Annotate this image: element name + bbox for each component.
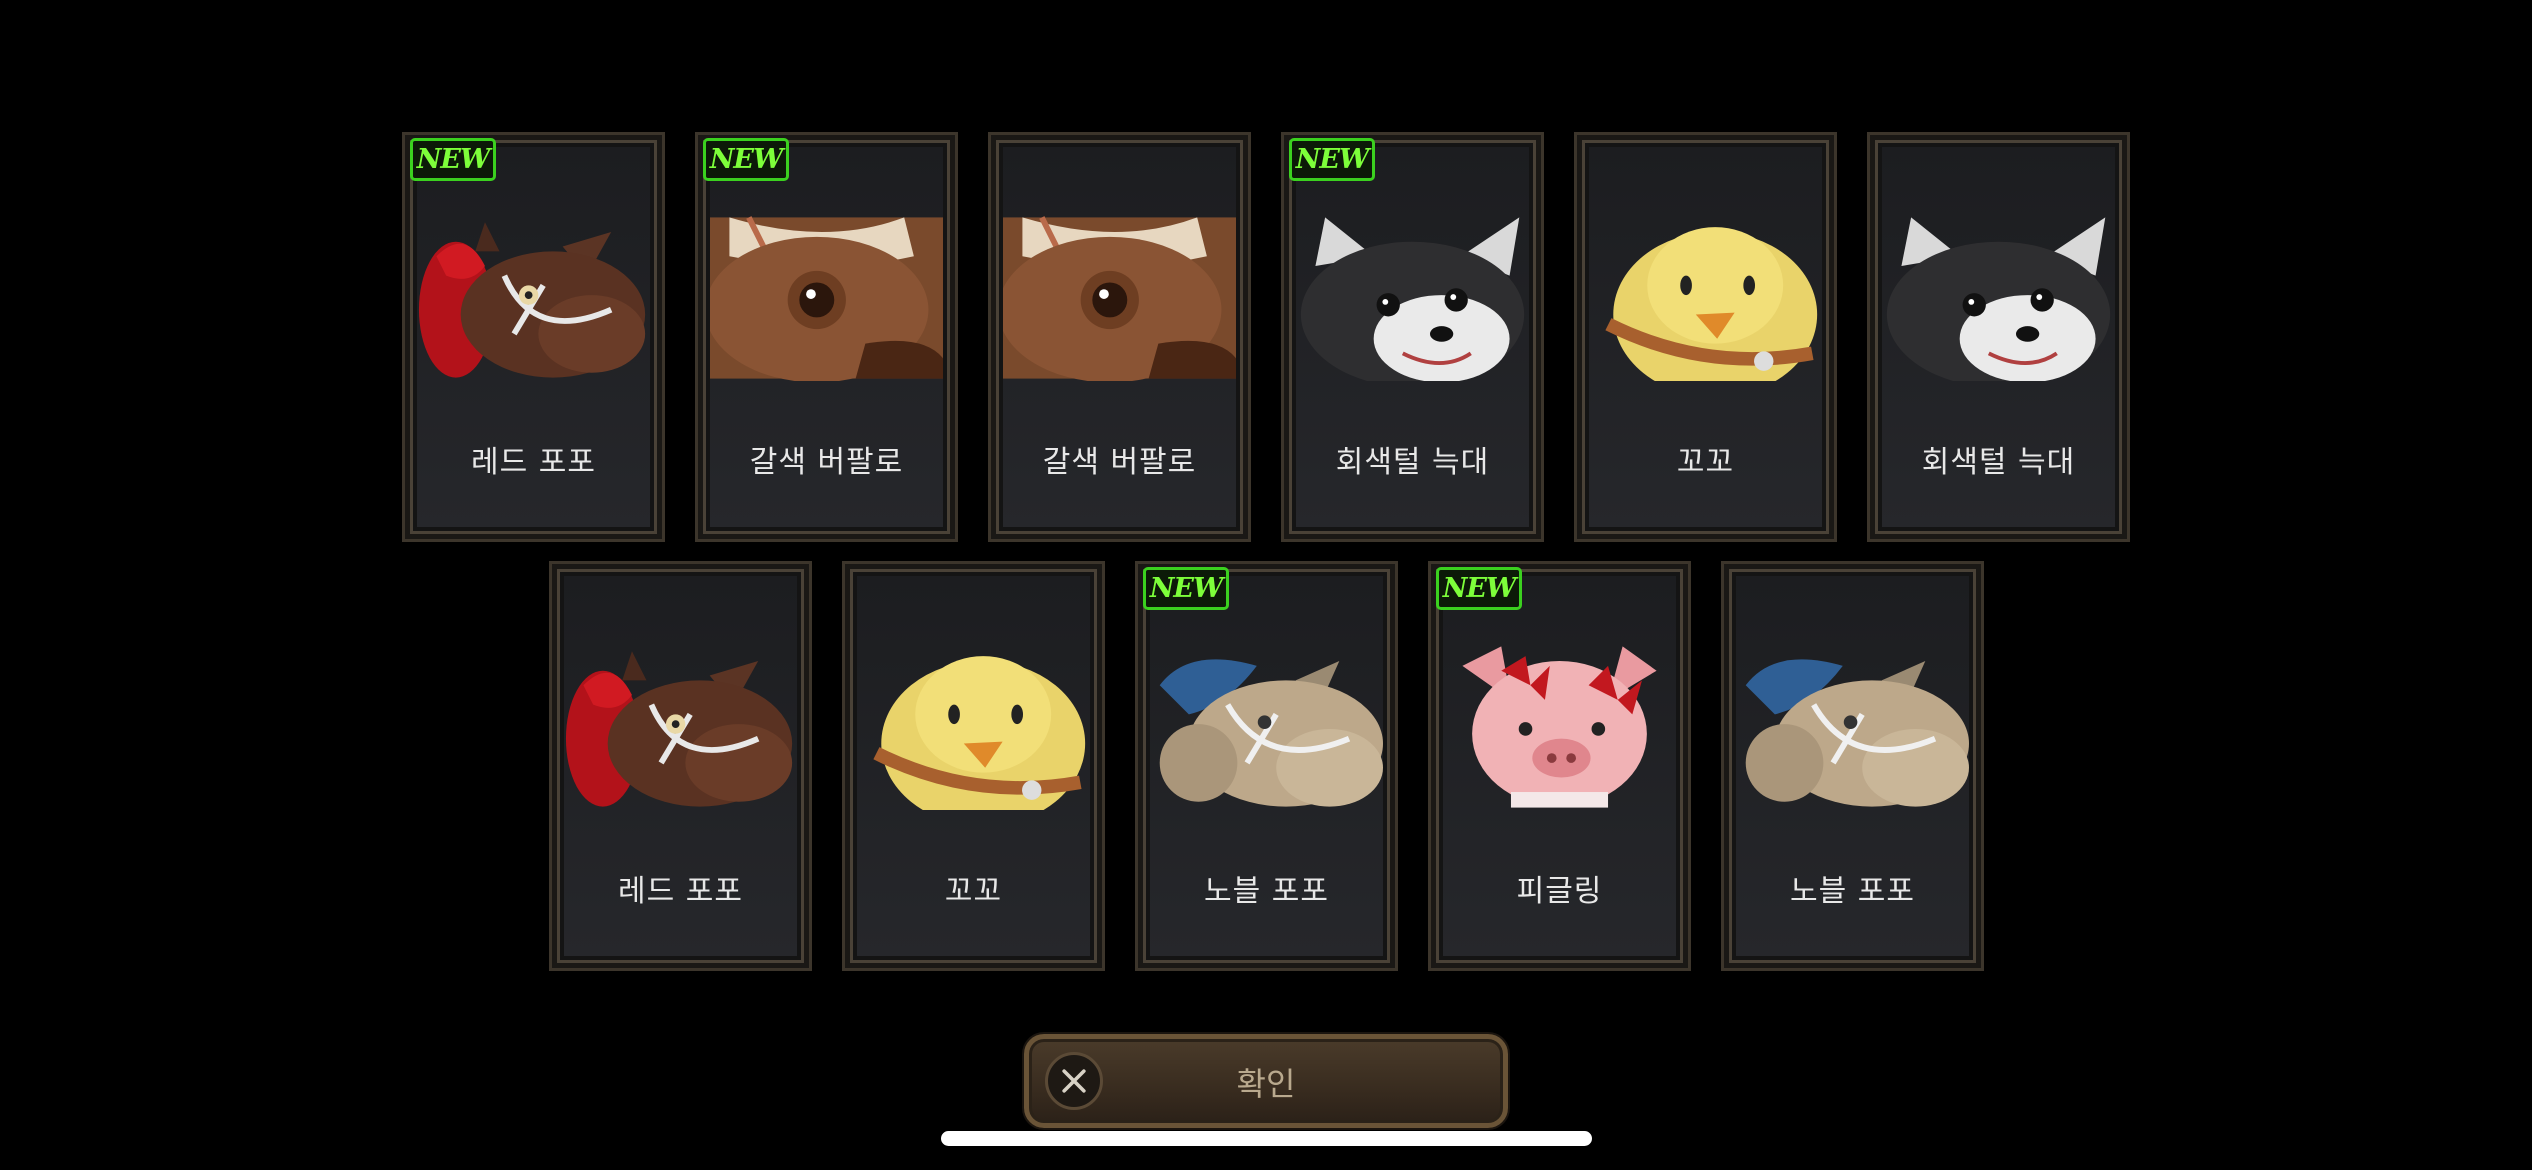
pet-name: 갈색 버팔로: [749, 445, 904, 480]
pet-card-inner: 레드 포포: [564, 576, 797, 956]
pet-name: 노블 포포: [1204, 874, 1329, 909]
gray-wolf-icon: [1882, 215, 2115, 381]
pet-name: 꼬꼬: [1676, 445, 1735, 480]
red-popo-horse-icon: [417, 215, 650, 381]
pet-card[interactable]: 갈색 버팔로 NEW: [695, 132, 958, 542]
pet-name: 노블 포포: [1790, 874, 1915, 909]
yellow-chick-icon: [1589, 215, 1822, 381]
pet-card[interactable]: 피글링 NEW: [1428, 561, 1691, 971]
gray-wolf-icon: [1296, 215, 1529, 381]
new-badge: NEW: [1143, 567, 1229, 610]
pet-card-inner: 갈색 버팔로: [1003, 147, 1236, 527]
pet-card-row-1: 레드 포포 NEW 갈색 버팔로 NEW 갈색 버팔로 회색털 늑대 NEW 꼬…: [402, 132, 2130, 542]
yellow-chick-icon: [857, 644, 1090, 810]
pet-card-inner: 피글링: [1443, 576, 1676, 956]
pet-card[interactable]: 꼬꼬: [842, 561, 1105, 971]
pet-card[interactable]: 레드 포포 NEW: [402, 132, 665, 542]
pet-name: 피글링: [1516, 874, 1603, 909]
home-indicator[interactable]: [941, 1131, 1592, 1146]
pigling-icon: [1443, 644, 1676, 810]
brown-buffalo-icon: [1003, 215, 1236, 381]
pet-name: 회색털 늑대: [1921, 445, 2076, 480]
pet-name: 레드 포포: [618, 874, 743, 909]
pet-card[interactable]: 갈색 버팔로: [988, 132, 1251, 542]
confirm-button[interactable]: 확인: [1024, 1034, 1508, 1128]
pet-card-inner: 갈색 버팔로: [710, 147, 943, 527]
pet-card[interactable]: 노블 포포: [1721, 561, 1984, 971]
pet-card-inner: 회색털 늑대: [1882, 147, 2115, 527]
pet-card[interactable]: 회색털 늑대: [1867, 132, 2130, 542]
pet-card[interactable]: 노블 포포 NEW: [1135, 561, 1398, 971]
pet-name: 레드 포포: [471, 445, 596, 480]
pet-summon-result-screen: 레드 포포 NEW 갈색 버팔로 NEW 갈색 버팔로 회색털 늑대 NEW 꼬…: [0, 0, 2532, 1170]
pet-card[interactable]: 꼬꼬: [1574, 132, 1837, 542]
pet-name: 갈색 버팔로: [1042, 445, 1197, 480]
pet-name: 꼬꼬: [944, 874, 1003, 909]
confirm-label: 확인: [1236, 1065, 1296, 1103]
pet-card[interactable]: 회색털 늑대 NEW: [1281, 132, 1544, 542]
noble-popo-horse-icon: [1736, 644, 1969, 810]
pet-name: 회색털 늑대: [1335, 445, 1490, 480]
noble-popo-horse-icon: [1150, 644, 1383, 810]
pet-card-inner: 꼬꼬: [857, 576, 1090, 956]
brown-buffalo-icon: [710, 215, 943, 381]
new-badge: NEW: [1436, 567, 1522, 610]
pet-card[interactable]: 레드 포포: [549, 561, 812, 971]
pet-card-row-2: 레드 포포 꼬꼬 노블 포포 NEW 피글링 NEW 노블 포포: [549, 561, 1984, 971]
pet-card-inner: 레드 포포: [417, 147, 650, 527]
pet-card-inner: 회색털 늑대: [1296, 147, 1529, 527]
pet-card-inner: 꼬꼬: [1589, 147, 1822, 527]
new-badge: NEW: [1289, 138, 1375, 181]
pet-card-inner: 노블 포포: [1150, 576, 1383, 956]
pet-card-inner: 노블 포포: [1736, 576, 1969, 956]
new-badge: NEW: [410, 138, 496, 181]
red-popo-horse-icon: [564, 644, 797, 810]
new-badge: NEW: [703, 138, 789, 181]
